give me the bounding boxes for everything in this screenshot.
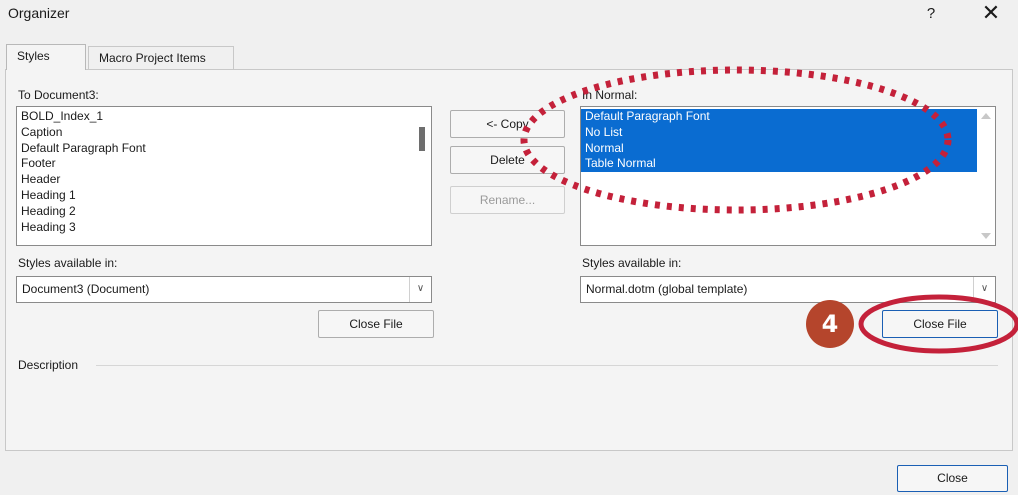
right-list-item[interactable]: No List bbox=[581, 124, 977, 141]
copy-button[interactable]: <- Copy bbox=[450, 110, 565, 138]
left-available-select[interactable]: Document3 (Document) ∨ bbox=[16, 276, 432, 303]
right-close-file-label: Close File bbox=[913, 317, 967, 331]
tab-macro-project-items-label: Macro Project Items bbox=[99, 51, 206, 65]
right-list-header: In Normal: bbox=[582, 88, 638, 102]
left-list-item[interactable]: Footer bbox=[17, 156, 431, 172]
title-bar: Organizer ? ✕ bbox=[0, 0, 1018, 30]
window-title: Organizer bbox=[8, 5, 70, 21]
scroll-down-arrow-icon[interactable] bbox=[981, 233, 991, 239]
chevron-down-icon[interactable]: ∨ bbox=[409, 277, 431, 302]
left-list-item[interactable]: Heading 2 bbox=[17, 204, 431, 220]
left-list-header: To Document3: bbox=[18, 88, 99, 102]
dialog-close-label: Close bbox=[937, 471, 968, 485]
right-styles-list[interactable]: Default Paragraph Font No List Normal Table… bbox=[580, 106, 996, 246]
left-list-item[interactable]: Default Paragraph Font bbox=[17, 141, 431, 157]
left-list-item[interactable]: BOLD_Index_1 bbox=[17, 109, 431, 125]
left-available-label: Styles available in: bbox=[18, 256, 118, 270]
left-list-scroll-thumb[interactable] bbox=[419, 127, 425, 151]
left-available-value: Document3 (Document) bbox=[22, 282, 150, 296]
delete-button-label: Delete bbox=[490, 153, 525, 167]
description-divider bbox=[96, 365, 998, 366]
left-close-file-label: Close File bbox=[349, 317, 403, 331]
right-available-label: Styles available in: bbox=[582, 256, 682, 270]
help-button[interactable]: ? bbox=[918, 2, 944, 26]
left-styles-list[interactable]: BOLD_Index_1 Caption Default Paragraph Fon… bbox=[16, 106, 432, 246]
right-list-item[interactable]: Normal bbox=[581, 140, 977, 157]
left-list-item[interactable]: Heading 3 bbox=[17, 220, 431, 236]
right-available-value: Normal.dotm (global template) bbox=[586, 282, 748, 296]
tab-macro-project-items[interactable]: Macro Project Items bbox=[88, 46, 234, 70]
dialog-close-button[interactable]: Close bbox=[897, 465, 1008, 492]
right-list-scrollbar[interactable] bbox=[977, 107, 995, 245]
left-close-file-button[interactable]: Close File bbox=[318, 310, 434, 338]
description-label: Description bbox=[18, 358, 79, 372]
tab-styles-label: Styles bbox=[17, 49, 50, 63]
window-close-icon[interactable]: ✕ bbox=[976, 0, 1006, 28]
left-list-item[interactable]: Header bbox=[17, 172, 431, 188]
tab-styles[interactable]: Styles bbox=[6, 44, 86, 70]
right-close-file-button[interactable]: Close File bbox=[882, 310, 998, 338]
step-number-badge: 4 bbox=[806, 300, 854, 348]
left-list-scrollbar[interactable] bbox=[415, 107, 431, 245]
right-available-select[interactable]: Normal.dotm (global template) ∨ bbox=[580, 276, 996, 303]
right-list-item[interactable]: Default Paragraph Font bbox=[581, 109, 977, 125]
left-list-item[interactable]: Caption bbox=[17, 125, 431, 141]
chevron-down-icon[interactable]: ∨ bbox=[973, 277, 995, 302]
rename-button[interactable]: Rename... bbox=[450, 186, 565, 214]
scroll-up-arrow-icon[interactable] bbox=[981, 113, 991, 119]
copy-button-label: <- Copy bbox=[486, 117, 529, 131]
rename-button-label: Rename... bbox=[479, 193, 536, 207]
right-list-item[interactable]: Table Normal bbox=[581, 156, 977, 173]
left-list-item[interactable]: Heading 1 bbox=[17, 188, 431, 204]
delete-button[interactable]: Delete bbox=[450, 146, 565, 174]
